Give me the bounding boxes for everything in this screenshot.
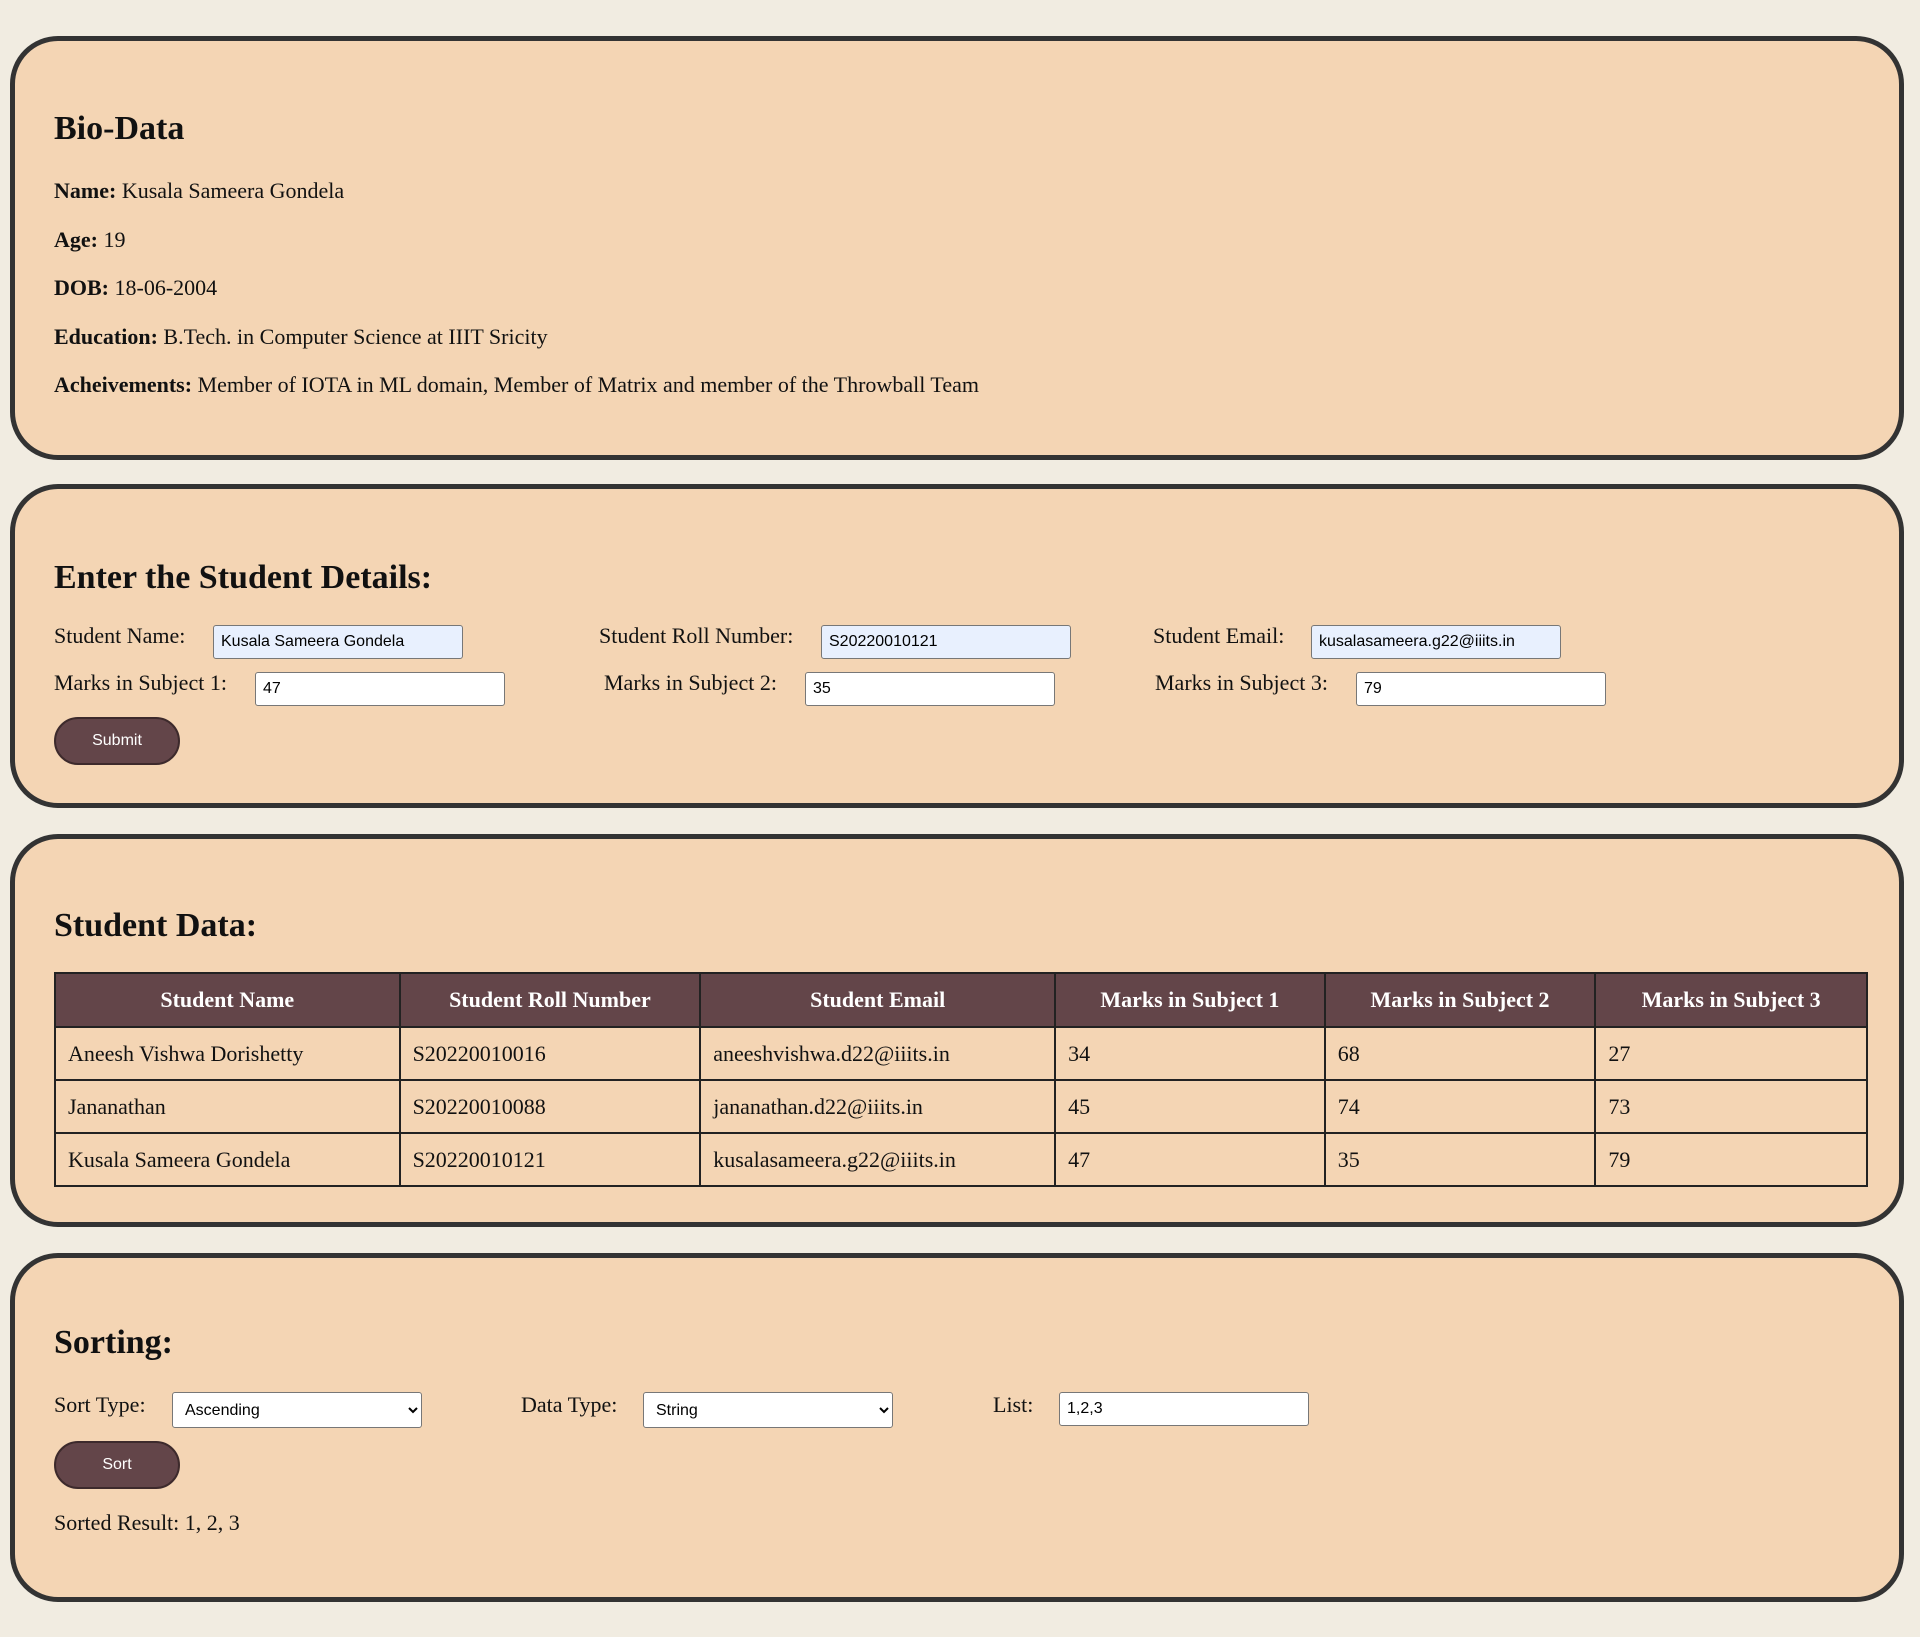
cell-roll-number: S20220010121 [398,1132,702,1187]
bio-dob-row: DOB: 18-06-2004 [54,277,217,299]
bio-name-value: Kusala Sameera Gondela [121,178,345,203]
bio-data-title: Bio-Data [54,110,185,147]
bio-achievements-value: Member of IOTA in ML domain, Member of M… [197,372,979,397]
marks3-input[interactable] [1356,672,1606,706]
student-roll-label: Student Roll Number: [599,623,794,648]
bio-data-card: Bio-Data Name: Kusala Sameera Gondela Ag… [10,36,1904,460]
student-form-card: Enter the Student Details: Student Name:… [10,484,1904,808]
bio-age-label: Age: [54,227,98,252]
bio-dob-label: DOB: [54,275,109,300]
cell-email: kusalasameera.g22@iiits.in [699,1132,1057,1187]
student-roll-input[interactable] [821,625,1071,659]
header-student-name: Student Name [54,972,401,1028]
bio-name-row: Name: Kusala Sameera Gondela [54,180,344,202]
student-data-title: Student Data: [54,907,258,944]
bio-education-label: Education: [54,324,158,349]
sorting-card: Sorting: Sort Type: Ascending Data Type:… [10,1253,1904,1602]
bio-age-row: Age: 19 [54,229,125,251]
marks1-label: Marks in Subject 1: [54,670,227,695]
bio-education-row: Education: B.Tech. in Computer Science a… [54,326,548,348]
cell-student-name: Kusala Sameera Gondela [54,1132,401,1187]
cell-marks1: 34 [1054,1026,1326,1081]
cell-marks2: 74 [1323,1079,1597,1134]
cell-student-name: Aneesh Vishwa Dorishetty [54,1026,401,1081]
cell-email: aneeshvishwa.d22@iiits.in [699,1026,1057,1081]
sort-type-label: Sort Type: [54,1392,146,1417]
bio-dob-value: 18-06-2004 [114,275,218,300]
list-label: List: [993,1392,1034,1417]
table-row: Kusala Sameera Gondela S20220010121 kusa… [54,1132,1868,1187]
cell-marks3: 79 [1594,1132,1868,1187]
data-type-select[interactable]: String [643,1392,893,1428]
cell-marks3: 27 [1594,1026,1868,1081]
table-row: Aneesh Vishwa Dorishetty S20220010016 an… [54,1026,1868,1081]
marks2-label: Marks in Subject 2: [604,670,777,695]
table-row: Jananathan S20220010088 jananathan.d22@i… [54,1079,1868,1134]
header-marks3: Marks in Subject 3 [1594,972,1868,1028]
student-email-label: Student Email: [1153,623,1285,648]
student-name-input[interactable] [213,625,463,659]
cell-roll-number: S20220010088 [398,1079,702,1134]
sorting-title: Sorting: [54,1324,173,1361]
student-data-table: Student Name Student Roll Number Student… [54,972,1868,1187]
cell-roll-number: S20220010016 [398,1026,702,1081]
marks1-input[interactable] [255,672,505,706]
submit-button[interactable]: Submit [54,717,180,765]
header-marks2: Marks in Subject 2 [1323,972,1597,1028]
data-type-label: Data Type: [521,1392,618,1417]
cell-student-name: Jananathan [54,1079,401,1134]
cell-marks1: 45 [1054,1079,1326,1134]
bio-education-value: B.Tech. in Computer Science at IIIT Sric… [163,324,548,349]
bio-age-value: 19 [103,227,126,252]
student-name-label: Student Name: [54,623,186,648]
cell-marks2: 68 [1323,1026,1597,1081]
student-data-card: Student Data: Student Name Student Roll … [10,834,1904,1227]
bio-achievements-row: Acheivements: Member of IOTA in ML domai… [54,374,979,396]
marks3-label: Marks in Subject 3: [1155,670,1328,695]
header-marks1: Marks in Subject 1 [1054,972,1326,1028]
list-input[interactable] [1059,1392,1309,1426]
table-header-row: Student Name Student Roll Number Student… [54,972,1868,1028]
marks2-input[interactable] [805,672,1055,706]
cell-marks3: 73 [1594,1079,1868,1134]
bio-name-label: Name: [54,178,117,203]
header-email: Student Email [699,972,1057,1028]
sort-button[interactable]: Sort [54,1441,180,1489]
sorted-result-text: Sorted Result: 1, 2, 3 [54,1510,240,1535]
student-email-input[interactable] [1311,625,1561,659]
sort-type-select[interactable]: Ascending [172,1392,422,1428]
cell-email: jananathan.d22@iiits.in [699,1079,1057,1134]
cell-marks1: 47 [1054,1132,1326,1187]
cell-marks2: 35 [1323,1132,1597,1187]
student-form-title: Enter the Student Details: [54,559,433,596]
bio-achievements-label: Acheivements: [54,372,193,397]
header-roll-number: Student Roll Number [398,972,702,1028]
